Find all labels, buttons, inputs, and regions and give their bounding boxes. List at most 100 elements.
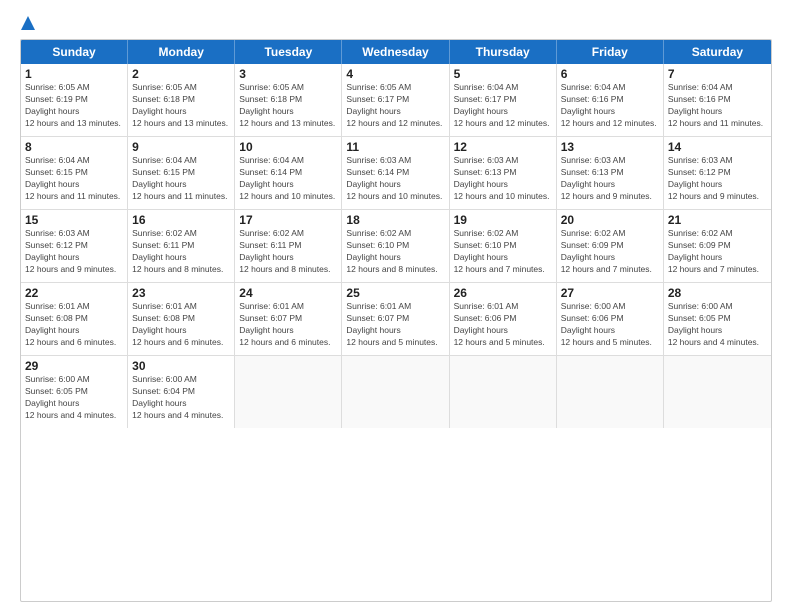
calendar-week-1: 1Sunrise: 6:05 AMSunset: 6:19 PMDaylight… <box>21 64 771 137</box>
day-info: Sunrise: 6:01 AMSunset: 6:08 PMDaylight … <box>25 301 123 349</box>
calendar-cell: 7Sunrise: 6:04 AMSunset: 6:16 PMDaylight… <box>664 64 771 136</box>
day-info: Sunrise: 6:01 AMSunset: 6:08 PMDaylight … <box>132 301 230 349</box>
day-info: Sunrise: 6:03 AMSunset: 6:12 PMDaylight … <box>668 155 767 203</box>
day-number: 13 <box>561 140 659 154</box>
calendar-cell <box>235 356 342 428</box>
calendar-week-5: 29Sunrise: 6:00 AMSunset: 6:05 PMDayligh… <box>21 356 771 428</box>
calendar-cell: 17Sunrise: 6:02 AMSunset: 6:11 PMDayligh… <box>235 210 342 282</box>
day-number: 18 <box>346 213 444 227</box>
calendar-cell: 22Sunrise: 6:01 AMSunset: 6:08 PMDayligh… <box>21 283 128 355</box>
day-info: Sunrise: 6:05 AMSunset: 6:19 PMDaylight … <box>25 82 123 130</box>
day-number: 11 <box>346 140 444 154</box>
day-number: 28 <box>668 286 767 300</box>
day-number: 16 <box>132 213 230 227</box>
day-info: Sunrise: 6:00 AMSunset: 6:06 PMDaylight … <box>561 301 659 349</box>
calendar-cell <box>557 356 664 428</box>
day-number: 23 <box>132 286 230 300</box>
calendar-cell <box>664 356 771 428</box>
calendar-cell: 29Sunrise: 6:00 AMSunset: 6:05 PMDayligh… <box>21 356 128 428</box>
day-number: 12 <box>454 140 552 154</box>
day-number: 20 <box>561 213 659 227</box>
day-number: 7 <box>668 67 767 81</box>
day-number: 17 <box>239 213 337 227</box>
day-number: 2 <box>132 67 230 81</box>
day-info: Sunrise: 6:03 AMSunset: 6:12 PMDaylight … <box>25 228 123 276</box>
calendar-cell: 14Sunrise: 6:03 AMSunset: 6:12 PMDayligh… <box>664 137 771 209</box>
day-number: 30 <box>132 359 230 373</box>
day-info: Sunrise: 6:04 AMSunset: 6:15 PMDaylight … <box>132 155 230 203</box>
header-day-saturday: Saturday <box>664 40 771 64</box>
title-block <box>36 16 772 18</box>
calendar-cell: 13Sunrise: 6:03 AMSunset: 6:13 PMDayligh… <box>557 137 664 209</box>
calendar-cell: 23Sunrise: 6:01 AMSunset: 6:08 PMDayligh… <box>128 283 235 355</box>
header-day-sunday: Sunday <box>21 40 128 64</box>
calendar-cell: 27Sunrise: 6:00 AMSunset: 6:06 PMDayligh… <box>557 283 664 355</box>
day-number: 1 <box>25 67 123 81</box>
calendar-cell: 10Sunrise: 6:04 AMSunset: 6:14 PMDayligh… <box>235 137 342 209</box>
day-info: Sunrise: 6:05 AMSunset: 6:18 PMDaylight … <box>132 82 230 130</box>
calendar-cell: 19Sunrise: 6:02 AMSunset: 6:10 PMDayligh… <box>450 210 557 282</box>
calendar-cell: 25Sunrise: 6:01 AMSunset: 6:07 PMDayligh… <box>342 283 449 355</box>
day-info: Sunrise: 6:01 AMSunset: 6:07 PMDaylight … <box>346 301 444 349</box>
day-info: Sunrise: 6:00 AMSunset: 6:04 PMDaylight … <box>132 374 230 422</box>
calendar-week-2: 8 Sunrise: 6:04 AMSunset: 6:15 PMDaylight… <box>21 137 771 210</box>
day-number: 5 <box>454 67 552 81</box>
day-info: Sunrise: 6:02 AMSunset: 6:11 PMDaylight … <box>239 228 337 276</box>
header-day-wednesday: Wednesday <box>342 40 449 64</box>
calendar-cell: 5Sunrise: 6:04 AMSunset: 6:17 PMDaylight… <box>450 64 557 136</box>
calendar-cell: 11Sunrise: 6:03 AMSunset: 6:14 PMDayligh… <box>342 137 449 209</box>
calendar-cell: 15Sunrise: 6:03 AMSunset: 6:12 PMDayligh… <box>21 210 128 282</box>
calendar-header: SundayMondayTuesdayWednesdayThursdayFrid… <box>21 40 771 64</box>
calendar-cell: 4Sunrise: 6:05 AMSunset: 6:17 PMDaylight… <box>342 64 449 136</box>
day-number: 25 <box>346 286 444 300</box>
calendar-cell: 28Sunrise: 6:00 AMSunset: 6:05 PMDayligh… <box>664 283 771 355</box>
logo-triangle-icon <box>21 16 35 35</box>
day-info: Sunrise: 6:02 AMSunset: 6:11 PMDaylight … <box>132 228 230 276</box>
day-number: 8 <box>25 140 123 154</box>
day-info: Sunrise: 6:01 AMSunset: 6:06 PMDaylight … <box>454 301 552 349</box>
day-info: Sunrise: 6:05 AMSunset: 6:18 PMDaylight … <box>239 82 337 130</box>
day-number: 9 <box>132 140 230 154</box>
day-info: Sunrise: 6:03 AMSunset: 6:14 PMDaylight … <box>346 155 444 203</box>
day-info: Sunrise: 6:00 AMSunset: 6:05 PMDaylight … <box>25 374 123 422</box>
calendar-cell: 18Sunrise: 6:02 AMSunset: 6:10 PMDayligh… <box>342 210 449 282</box>
day-number: 22 <box>25 286 123 300</box>
calendar-body: 1Sunrise: 6:05 AMSunset: 6:19 PMDaylight… <box>21 64 771 428</box>
calendar-week-3: 15Sunrise: 6:03 AMSunset: 6:12 PMDayligh… <box>21 210 771 283</box>
calendar-cell <box>342 356 449 428</box>
day-number: 4 <box>346 67 444 81</box>
day-info: Sunrise: 6:04 AMSunset: 6:16 PMDaylight … <box>668 82 767 130</box>
calendar-cell: 30Sunrise: 6:00 AMSunset: 6:04 PMDayligh… <box>128 356 235 428</box>
calendar-cell: 20Sunrise: 6:02 AMSunset: 6:09 PMDayligh… <box>557 210 664 282</box>
calendar-cell: 2Sunrise: 6:05 AMSunset: 6:18 PMDaylight… <box>128 64 235 136</box>
day-number: 26 <box>454 286 552 300</box>
day-number: 21 <box>668 213 767 227</box>
calendar-cell: 12Sunrise: 6:03 AMSunset: 6:13 PMDayligh… <box>450 137 557 209</box>
day-info: Sunrise: 6:02 AMSunset: 6:10 PMDaylight … <box>346 228 444 276</box>
logo <box>20 16 36 33</box>
day-info: Sunrise: 6:05 AMSunset: 6:17 PMDaylight … <box>346 82 444 130</box>
day-number: 29 <box>25 359 123 373</box>
day-info: Sunrise: 6:04 AMSunset: 6:14 PMDaylight … <box>239 155 337 203</box>
day-info: Sunrise: 6:04 AMSunset: 6:16 PMDaylight … <box>561 82 659 130</box>
day-info: Sunrise: 6:03 AMSunset: 6:13 PMDaylight … <box>454 155 552 203</box>
day-info: Sunrise: 6:00 AMSunset: 6:05 PMDaylight … <box>668 301 767 349</box>
header-day-thursday: Thursday <box>450 40 557 64</box>
calendar-week-4: 22Sunrise: 6:01 AMSunset: 6:08 PMDayligh… <box>21 283 771 356</box>
header <box>20 16 772 33</box>
calendar-cell: 6Sunrise: 6:04 AMSunset: 6:16 PMDaylight… <box>557 64 664 136</box>
calendar-cell: 3Sunrise: 6:05 AMSunset: 6:18 PMDaylight… <box>235 64 342 136</box>
calendar-cell <box>450 356 557 428</box>
page: SundayMondayTuesdayWednesdayThursdayFrid… <box>0 0 792 612</box>
header-day-friday: Friday <box>557 40 664 64</box>
calendar-cell: 26Sunrise: 6:01 AMSunset: 6:06 PMDayligh… <box>450 283 557 355</box>
day-info: Sunrise: 6:03 AMSunset: 6:13 PMDaylight … <box>561 155 659 203</box>
day-number: 6 <box>561 67 659 81</box>
day-number: 27 <box>561 286 659 300</box>
day-info: Sunrise: 6:01 AMSunset: 6:07 PMDaylight … <box>239 301 337 349</box>
header-day-monday: Monday <box>128 40 235 64</box>
day-info: Sunrise: 6:02 AMSunset: 6:09 PMDaylight … <box>561 228 659 276</box>
header-day-tuesday: Tuesday <box>235 40 342 64</box>
day-info: Sunrise: 6:04 AMSunset: 6:17 PMDaylight … <box>454 82 552 130</box>
day-number: 3 <box>239 67 337 81</box>
